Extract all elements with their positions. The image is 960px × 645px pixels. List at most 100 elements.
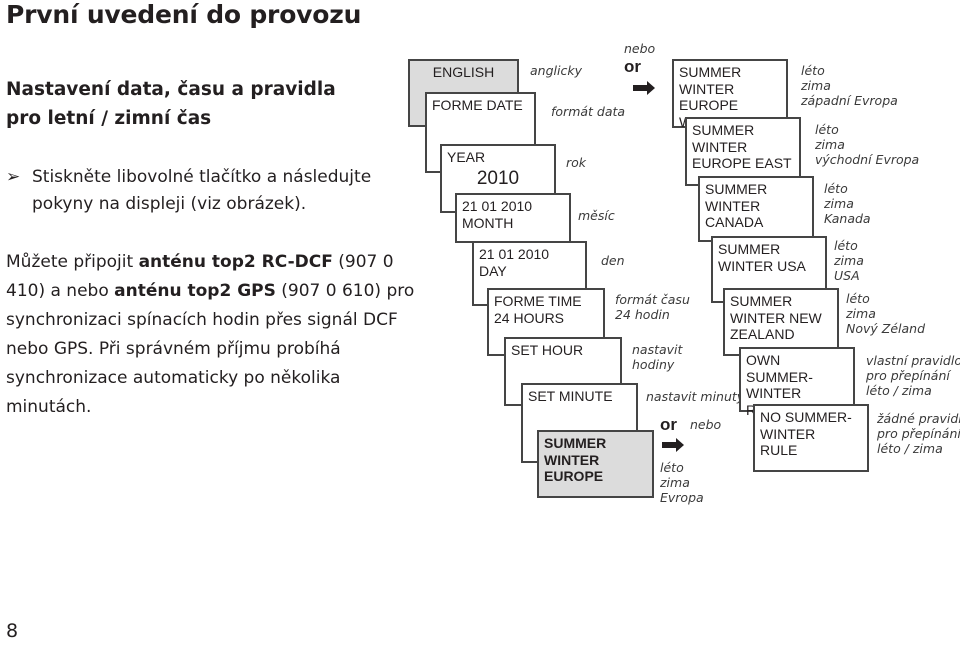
display-own-rule: OWN SUMMER- WINTER RULE xyxy=(739,347,855,418)
label-line: hodiny xyxy=(632,357,675,372)
antenna-gps-name: anténu top2 GPS xyxy=(114,281,276,301)
label-line: formát času xyxy=(615,292,690,307)
display-text: MONTH xyxy=(462,214,514,231)
label-den: den xyxy=(601,253,625,268)
label-line: pro přepínání xyxy=(866,368,950,383)
label-line: Kanada xyxy=(824,211,871,226)
display-month: 21 01 2010 MONTH xyxy=(455,193,571,243)
label-own-rule: vlastní pravidlo pro přepínání léto / zi… xyxy=(866,353,960,398)
label-usa: léto zima USA xyxy=(834,238,864,283)
label-canada: léto zima Kanada xyxy=(824,181,871,226)
label-line: léto / zima xyxy=(866,383,932,398)
display-text: ZEALAND xyxy=(730,326,795,342)
display-summer-winter-europe: SUMMER WINTER EUROPE xyxy=(537,430,654,498)
label-line: léto / zima xyxy=(877,441,943,456)
label-line: zima xyxy=(824,196,854,211)
display-new-zealand: SUMMER WINTER NEW ZEALAND xyxy=(723,288,839,356)
display-text: FORME DATE xyxy=(432,97,523,113)
label-line: léto xyxy=(801,63,825,78)
display-text: NO SUMMER- xyxy=(760,409,852,425)
label-line: východní Evropa xyxy=(815,152,920,167)
label-anglicky: anglicky xyxy=(530,63,582,78)
label-line: vlastní pravidlo xyxy=(866,353,960,368)
label-line: nastavit xyxy=(632,342,683,357)
antenna-dcf-name: anténu top2 RC-DCF xyxy=(138,252,333,272)
display-text: SUMMER xyxy=(679,64,742,80)
display-text: WINTER xyxy=(692,138,748,155)
label-line: léto xyxy=(660,460,684,475)
display-canada: SUMMER WINTER CANADA xyxy=(698,176,814,242)
label-nastavit-minuty: nastavit minuty xyxy=(646,389,745,404)
display-text: WINTER NEW xyxy=(730,309,822,326)
label-nastavit-hodiny: nastavit hodiny xyxy=(632,342,682,372)
label-new-zealand: léto zima Nový Zéland xyxy=(846,291,925,336)
display-value: 2010 xyxy=(476,167,520,189)
display-text: 24 HOURS xyxy=(494,309,565,326)
display-no-rule: NO SUMMER- WINTER RULE xyxy=(753,404,869,472)
label-format-casu: formát času 24 hodin xyxy=(615,292,690,322)
display-text: 21 01 2010 xyxy=(479,246,550,262)
section-title-line: Nastavení data, času a pravidla xyxy=(6,79,336,100)
page-title: První uvedení do provozu xyxy=(6,0,362,29)
display-text: DAY xyxy=(479,262,507,279)
antenna-paragraph: Můžete připojit anténu top2 RC-DCF (907 … xyxy=(6,248,426,422)
display-text: SUMMER xyxy=(544,435,607,451)
label-line: zima xyxy=(660,475,690,490)
section-title-line: pro letní / zimní čas xyxy=(6,108,212,129)
section-title: Nastavení data, času a pravidla pro letn… xyxy=(6,75,336,133)
arrow-right-icon xyxy=(662,438,684,452)
or-text-top: or xyxy=(624,57,641,76)
instruction-bullet: ➢ Stiskněte libovolné tlačítko a následu… xyxy=(6,164,401,218)
display-text: CANADA xyxy=(705,214,764,230)
display-text: OWN SUMMER- xyxy=(746,352,813,385)
bullet-text: Stiskněte libovolné tlačítko a následujt… xyxy=(32,167,372,214)
label-line: USA xyxy=(834,268,860,283)
display-text: WINTER USA xyxy=(718,257,806,274)
label-line: léto xyxy=(824,181,848,196)
display-text: SUMMER xyxy=(692,122,755,138)
label-europe-west: léto zima západní Evropa xyxy=(801,63,898,108)
label-line: 24 hodin xyxy=(615,307,670,322)
label-line: léto xyxy=(846,291,870,306)
display-text: SUMMER xyxy=(718,241,781,257)
display-text: SUMMER xyxy=(705,181,768,197)
display-text: EUROPE EAST xyxy=(692,155,792,171)
label-mesic: měsíc xyxy=(578,208,615,223)
bullet-arrow-icon: ➢ xyxy=(6,167,21,187)
label-line: žádné pravidlo xyxy=(877,411,960,426)
label-line: zima xyxy=(834,253,864,268)
label-line: zima xyxy=(815,137,845,152)
arrow-right-icon xyxy=(633,81,655,95)
label-no-rule: žádné pravidlo pro přepínání léto / zima xyxy=(877,411,960,456)
display-text: EUROPE xyxy=(544,468,604,484)
display-text: YEAR xyxy=(447,149,486,165)
label-line: Nový Zéland xyxy=(846,321,926,336)
display-text: WINTER xyxy=(705,197,761,214)
display-text: 21 01 2010 xyxy=(462,198,533,214)
label-rok: rok xyxy=(566,155,587,170)
label-line: Evropa xyxy=(660,490,704,505)
display-text: WINTER xyxy=(746,385,802,401)
label-format-data: formát data xyxy=(551,104,626,119)
display-text: SET HOUR xyxy=(511,342,584,358)
label-line: zima xyxy=(846,306,876,321)
label-line: západní Evropa xyxy=(801,93,898,108)
label-leto-zima-evropa: léto zima Evropa xyxy=(660,460,704,505)
label-europe-east: léto zima východní Evropa xyxy=(815,122,919,167)
label-line: pro přepínání xyxy=(877,426,960,441)
label-line: léto xyxy=(815,122,839,137)
display-text: WINTER xyxy=(760,425,816,442)
display-text: ENGLISH xyxy=(432,64,495,80)
para-text: (907 0 610) pro synchronizaci spínacích … xyxy=(6,281,415,417)
para-text: Můžete připojit xyxy=(6,252,139,272)
nebo-text-bottom: nebo xyxy=(690,417,722,432)
display-text: WINTER xyxy=(544,451,600,468)
display-text: SET MINUTE xyxy=(528,388,613,404)
display-text: FORME TIME xyxy=(494,293,582,309)
label-line: léto xyxy=(834,238,858,253)
nebo-text-top: nebo xyxy=(624,41,656,56)
display-text: WINTER xyxy=(679,80,735,97)
page-number: 8 xyxy=(6,620,19,642)
or-text-bottom: or xyxy=(660,415,677,434)
display-text: SUMMER xyxy=(730,293,793,309)
